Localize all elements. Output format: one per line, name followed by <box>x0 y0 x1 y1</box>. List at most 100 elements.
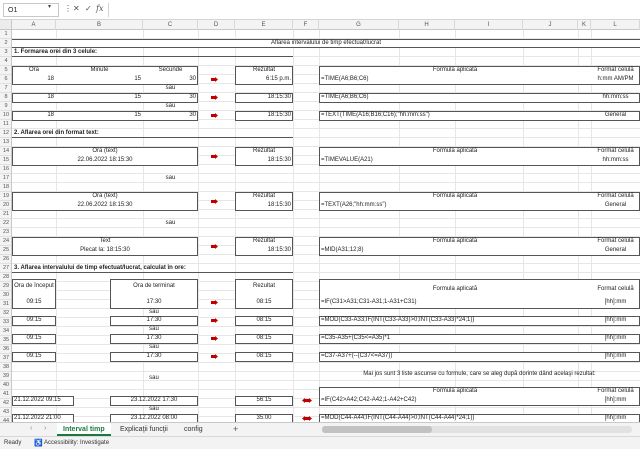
cell-b6[interactable]: 15 <box>56 75 141 84</box>
add-sheet-button[interactable]: + <box>233 424 238 434</box>
cell-g8[interactable]: =TIME(A6;B6;C6) <box>321 93 369 102</box>
row-header[interactable]: 23 <box>0 228 11 237</box>
row-header[interactable]: 9 <box>0 102 11 111</box>
function-icon[interactable]: fx <box>96 4 103 13</box>
cell-a35[interactable]: 09:15 <box>12 334 56 343</box>
cell-g44[interactable]: =MOD(C44-A44;IF(INT(C44-A44)>0;INT(C44-A… <box>321 414 474 422</box>
row-header[interactable]: 14 <box>0 147 11 156</box>
cell-g37[interactable]: =C37-A37+(--(C37<=A37)) <box>321 352 392 361</box>
cell-l15[interactable]: hh:mm:ss <box>591 156 640 165</box>
row-header[interactable]: 12 <box>0 129 11 138</box>
col-header[interactable]: A <box>12 20 56 30</box>
cell-c35[interactable]: 17:30 <box>110 334 198 343</box>
cell-e8[interactable]: 18:15:30 <box>235 93 291 102</box>
row-header[interactable]: 27 <box>0 264 11 273</box>
col-header[interactable]: E <box>235 20 293 30</box>
formula-input[interactable] <box>108 3 636 17</box>
cell-g35[interactable]: =C35-A35+(C35<=A35)*1 <box>321 334 390 343</box>
more-options-icon[interactable]: ⋮ <box>64 4 72 13</box>
row-header[interactable]: 5 <box>0 66 11 75</box>
cell-c10[interactable]: 30 <box>143 111 196 120</box>
row-header[interactable]: 30 <box>0 291 11 300</box>
cell-b8[interactable]: 15 <box>56 93 141 102</box>
row-header[interactable]: 21 <box>0 210 11 219</box>
chevron-down-icon[interactable]: ▾ <box>48 3 51 10</box>
row-header[interactable]: 6 <box>0 75 11 84</box>
row-header[interactable]: 41 <box>0 390 11 399</box>
row-header[interactable]: 35 <box>0 336 11 345</box>
row-header[interactable]: 42 <box>0 399 11 408</box>
cell-a25[interactable]: Plecat la: 18:15:30 <box>12 246 198 255</box>
row-header[interactable]: 13 <box>0 138 11 147</box>
cell-l44[interactable]: [hh]:mm <box>591 414 640 422</box>
row-header[interactable]: 29 <box>0 282 11 291</box>
cell-a33[interactable]: 09:15 <box>12 316 56 325</box>
cell-a6[interactable]: 18 <box>12 75 54 84</box>
worksheet-grid[interactable]: Aflarea intervalului de timp efectuat/lu… <box>12 30 640 422</box>
cell-c33[interactable]: 17:30 <box>110 316 198 325</box>
cell-g10[interactable]: =TEXT(TIME(A16;B16;C16);"hh:mm:ss") <box>321 111 430 120</box>
cell-a20[interactable]: 22.06.2022 18:15:30 <box>12 201 198 210</box>
cell-l33[interactable]: [hh]:mm <box>591 316 640 325</box>
row-header[interactable]: 38 <box>0 363 11 372</box>
col-header[interactable]: H <box>399 20 455 30</box>
cell-g6[interactable]: =TIME(A6;B6;C6) <box>321 75 369 84</box>
cell-e44[interactable]: 35:00 <box>235 414 293 422</box>
col-header[interactable]: C <box>143 20 198 30</box>
cell-l6[interactable]: h:mm AM/PM <box>591 75 640 84</box>
cancel-icon[interactable]: ✕ <box>73 4 80 13</box>
cell-e6[interactable]: 6:15 p.m. <box>235 75 291 84</box>
prev-sheet-icon[interactable]: ‹ <box>30 425 32 432</box>
row-header[interactable]: 8 <box>0 93 11 102</box>
cell-g25[interactable]: =MID(A31;12;8) <box>321 246 364 255</box>
cell-c8[interactable]: 30 <box>143 93 196 102</box>
cell-c42[interactable]: 23.12.2022 17:30 <box>110 396 198 405</box>
cell-b10[interactable]: 15 <box>56 111 141 120</box>
row-header[interactable]: 7 <box>0 84 11 93</box>
row-header[interactable]: 10 <box>0 111 11 120</box>
cell-l20[interactable]: General <box>591 201 640 210</box>
row-header[interactable]: 36 <box>0 345 11 354</box>
cell-a15[interactable]: 22.06.2022 18:15:30 <box>12 156 198 165</box>
cell-e10[interactable]: 18:15:30 <box>235 111 291 120</box>
row-header[interactable]: 11 <box>0 120 11 129</box>
row-header[interactable]: 40 <box>0 381 11 390</box>
cell-g42[interactable]: =IF(C42>A42;C42-A42;1-A42+C42) <box>321 396 417 405</box>
cell-c44[interactable]: 23.12.2022 08:00 <box>110 414 198 422</box>
cell-e25[interactable]: 18:15:30 <box>235 246 291 255</box>
row-header[interactable]: 31 <box>0 300 11 309</box>
horizontal-scrollbar[interactable] <box>322 426 632 433</box>
cell-a10[interactable]: 18 <box>12 111 54 120</box>
col-header[interactable]: L <box>591 20 640 30</box>
col-header[interactable]: J <box>523 20 578 30</box>
cell-c37[interactable]: 17:30 <box>110 352 198 361</box>
cell-l37[interactable]: [hh]:mm <box>591 352 640 361</box>
cell-g15[interactable]: =TIMEVALUE(A21) <box>321 156 373 165</box>
row-header[interactable]: 3 <box>0 48 11 57</box>
row-header[interactable]: 33 <box>0 318 11 327</box>
row-header[interactable]: 4 <box>0 57 11 66</box>
cell-e31[interactable]: 08:15 <box>235 298 293 307</box>
row-header[interactable]: 24 <box>0 237 11 246</box>
cell-l8[interactable]: hh:mm:ss <box>591 93 640 102</box>
cell-a8[interactable]: 18 <box>12 93 54 102</box>
cell-l25[interactable]: General <box>591 246 640 255</box>
row-header[interactable]: 32 <box>0 309 11 318</box>
accessibility-status[interactable]: Accessibility: Investigate <box>44 440 109 446</box>
col-header[interactable]: D <box>198 20 235 30</box>
col-header[interactable]: K <box>578 20 591 30</box>
row-header[interactable]: 20 <box>0 201 11 210</box>
cell-g20[interactable]: =TEXT(A26;"hh:mm:ss") <box>321 201 386 210</box>
row-header[interactable]: 1 <box>0 30 11 39</box>
cell-a44[interactable]: 21.12.2022 21:00 <box>14 414 61 422</box>
tab-config[interactable]: config <box>178 423 209 436</box>
cell-l42[interactable]: [hh]:mm <box>591 396 640 405</box>
col-header[interactable]: G <box>319 20 399 30</box>
cell-e35[interactable]: 08:15 <box>235 334 293 343</box>
scrollbar-thumb[interactable] <box>322 426 432 433</box>
cell-a31[interactable]: 09:15 <box>12 298 56 307</box>
row-header[interactable]: 19 <box>0 192 11 201</box>
cell-e20[interactable]: 18:15:30 <box>235 201 291 210</box>
cell-g31[interactable]: =IF(C31>A31;C31-A31;1-A31+C31) <box>321 298 417 307</box>
cell-l35[interactable]: [hh]:mm <box>591 334 640 343</box>
